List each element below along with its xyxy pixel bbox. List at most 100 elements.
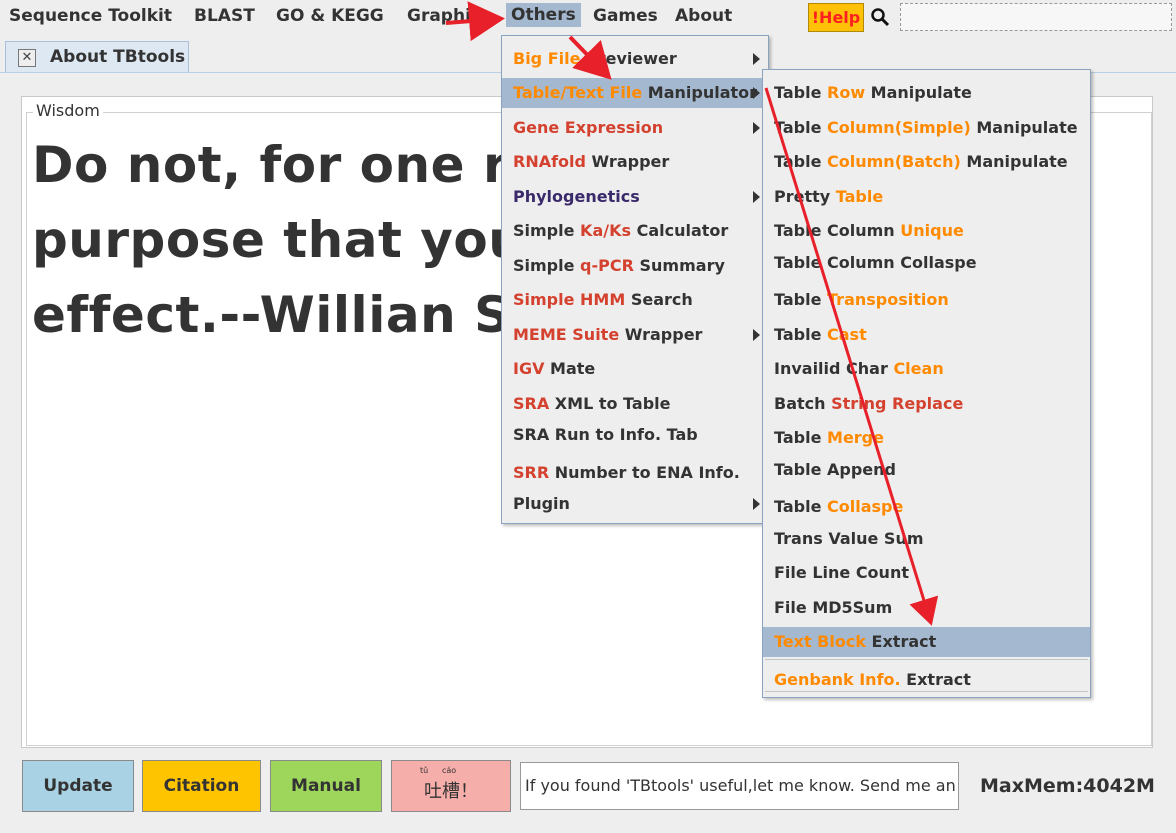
label-part: Ka/Ks <box>580 221 632 240</box>
menu-item-meme-suite-wrapper[interactable]: MEME Suite Wrapper <box>502 320 768 350</box>
menu-item-label: Table/Text File Manipulator <box>513 83 757 102</box>
label-part: Calculator <box>631 221 729 240</box>
menu-bar: Sequence Toolkit BLAST GO & KEGG Graphic… <box>0 0 1176 36</box>
submenu-arrow-icon <box>753 122 760 134</box>
menu-item-table-column-collaspe[interactable]: Table Column Collaspe <box>763 248 1090 278</box>
menu-item-big-file-previewer[interactable]: Big File Previewer <box>502 44 768 74</box>
submenu-arrow-icon <box>753 498 760 510</box>
menu-item-invailid-char-clean[interactable]: Invailid Char Clean <box>763 354 1090 384</box>
close-icon[interactable]: ✕ <box>18 49 36 67</box>
menu-item-table-collaspe[interactable]: Table Collaspe <box>763 492 1090 522</box>
label-part: Table/Text File <box>513 83 643 102</box>
label-part: IGV <box>513 359 545 378</box>
menu-item-table-merge[interactable]: Table Merge <box>763 423 1090 453</box>
table-manipulator-submenu: Table Row Manipulate Table Column(Simple)… <box>762 69 1091 698</box>
menu-item-table-column-batch-manipulate[interactable]: Table Column(Batch) Manipulate <box>763 147 1090 177</box>
menu-go-kegg[interactable]: GO & KEGG <box>276 6 384 26</box>
menu-item-table-cast[interactable]: Table Cast <box>763 320 1090 350</box>
label-part: Simple HMM <box>513 290 626 309</box>
menu-item-plugin[interactable]: Plugin <box>502 489 768 519</box>
menu-item-table-transposition[interactable]: Table Transposition <box>763 285 1090 315</box>
menu-item-phylogenetics[interactable]: Phylogenetics <box>502 182 768 212</box>
tucao-label: 吐槽！ <box>424 781 478 802</box>
menu-item-label: Big File Previewer <box>513 49 677 68</box>
tab-about-tbtools[interactable]: ✕ About TBtools <box>5 41 189 72</box>
label-part: Text Block <box>774 632 866 651</box>
tucao-pinyin: tǔ <box>420 766 429 775</box>
label-part: Manipulator <box>642 83 758 102</box>
label-part: Pretty <box>774 187 836 206</box>
menu-item-gene-expression[interactable]: Gene Expression <box>502 113 768 143</box>
menu-item-sra-run-to-info-tab[interactable]: SRA Run to Info. Tab <box>502 420 768 450</box>
label-part: Invailid Char <box>774 359 894 378</box>
message-field[interactable]: If you found 'TBtools' useful,let me kno… <box>520 762 959 810</box>
label-part: Previewer <box>580 49 677 68</box>
menu-item-file-md5sum[interactable]: File MD5Sum <box>763 593 1090 623</box>
label-part: Extract <box>865 632 937 651</box>
menu-item-srr-number-to-ena-info[interactable]: SRR Number to ENA Info. <box>502 458 768 488</box>
label-part: Mate <box>544 359 596 378</box>
label-part: Simple <box>513 221 581 240</box>
menu-item-rnafold-wrapper[interactable]: RNAfold Wrapper <box>502 147 768 177</box>
wisdom-label: Wisdom <box>33 101 103 120</box>
update-button[interactable]: Update <box>22 760 134 812</box>
label-part: SRA Run to Info. Tab <box>513 425 698 444</box>
menu-others[interactable]: Others <box>506 3 581 27</box>
label-part: SRR <box>513 463 550 482</box>
menu-item-label: Simple q-PCR Summary <box>513 256 725 275</box>
help-button[interactable]: !Help <box>808 3 864 32</box>
help-label: !Help <box>811 8 861 27</box>
menu-item-label: Table Column(Batch) Manipulate <box>774 152 1068 171</box>
menu-item-pretty-table[interactable]: Pretty Table <box>763 182 1090 212</box>
menu-item-trans-value-sum[interactable]: Trans Value Sum <box>763 524 1090 554</box>
menu-about[interactable]: About <box>675 6 732 26</box>
menu-item-sra-xml-to-table[interactable]: SRA XML to Table <box>502 389 768 419</box>
label-part: RNAfold <box>513 152 586 171</box>
label-part: Column(Batch) <box>827 152 961 171</box>
menu-item-label: Table Append <box>774 460 896 479</box>
update-label: Update <box>43 776 113 796</box>
label-part: Search <box>625 290 693 309</box>
search-icon[interactable] <box>870 7 890 27</box>
label-part: Trans Value Sum <box>774 529 924 548</box>
label-part: Table <box>774 497 828 516</box>
menu-games[interactable]: Games <box>593 6 658 26</box>
menu-item-igv-mate[interactable]: IGV Mate <box>502 354 768 384</box>
menu-item-label: SRR Number to ENA Info. <box>513 463 740 482</box>
menu-item-batch-string-replace[interactable]: Batch String Replace <box>763 389 1090 419</box>
menu-separator <box>765 659 1088 660</box>
menu-item-table-column-simple-manipulate[interactable]: Table Column(Simple) Manipulate <box>763 113 1090 143</box>
menu-item-label: Trans Value Sum <box>774 529 924 548</box>
menu-item-table-column-unique[interactable]: Table Column Unique <box>763 216 1090 246</box>
search-input[interactable] <box>900 3 1172 31</box>
menu-item-label: Table Merge <box>774 428 884 447</box>
label-part: Gene Expression <box>513 118 664 137</box>
manual-button[interactable]: Manual <box>270 760 382 812</box>
label-part: Clean <box>893 359 944 378</box>
label-part: Row <box>827 83 866 102</box>
menu-sequence-toolkit[interactable]: Sequence Toolkit <box>9 6 172 26</box>
menu-item-table-append[interactable]: Table Append <box>763 455 1090 485</box>
menu-item-text-block-extract[interactable]: Text Block Extract <box>763 627 1090 657</box>
tucao-button[interactable]: tǔ cáo 吐槽！ <box>391 760 511 812</box>
tucao-pinyin: cáo <box>442 766 457 775</box>
menu-item-simple-q-pcr-summary[interactable]: Simple q-PCR Summary <box>502 251 768 281</box>
label-part: Table <box>774 152 828 171</box>
label-part: Collaspe <box>827 497 904 516</box>
label-part: Wrapper <box>619 325 703 344</box>
menu-item-label: Table Cast <box>774 325 867 344</box>
label-part: XML to Table <box>549 394 671 413</box>
menu-item-label: Table Row Manipulate <box>774 83 972 102</box>
citation-button[interactable]: Citation <box>142 760 261 812</box>
menu-graphics[interactable]: Graphics <box>407 6 491 26</box>
label-part: MEME Suite <box>513 325 620 344</box>
menu-blast[interactable]: BLAST <box>194 6 255 26</box>
menu-item-table-row-manipulate[interactable]: Table Row Manipulate <box>763 78 1090 108</box>
menu-item-simple-hmm-search[interactable]: Simple HMM Search <box>502 285 768 315</box>
menu-item-table-text-file-manipulator[interactable]: Table/Text File Manipulator <box>502 78 768 108</box>
label-part: Genbank Info. <box>774 670 901 689</box>
menu-item-file-line-count[interactable]: File Line Count <box>763 558 1090 588</box>
label-part: Transposition <box>827 290 949 309</box>
menu-item-simple-ka-ks-calculator[interactable]: Simple Ka/Ks Calculator <box>502 216 768 246</box>
menu-item-label: Text Block Extract <box>774 632 936 651</box>
